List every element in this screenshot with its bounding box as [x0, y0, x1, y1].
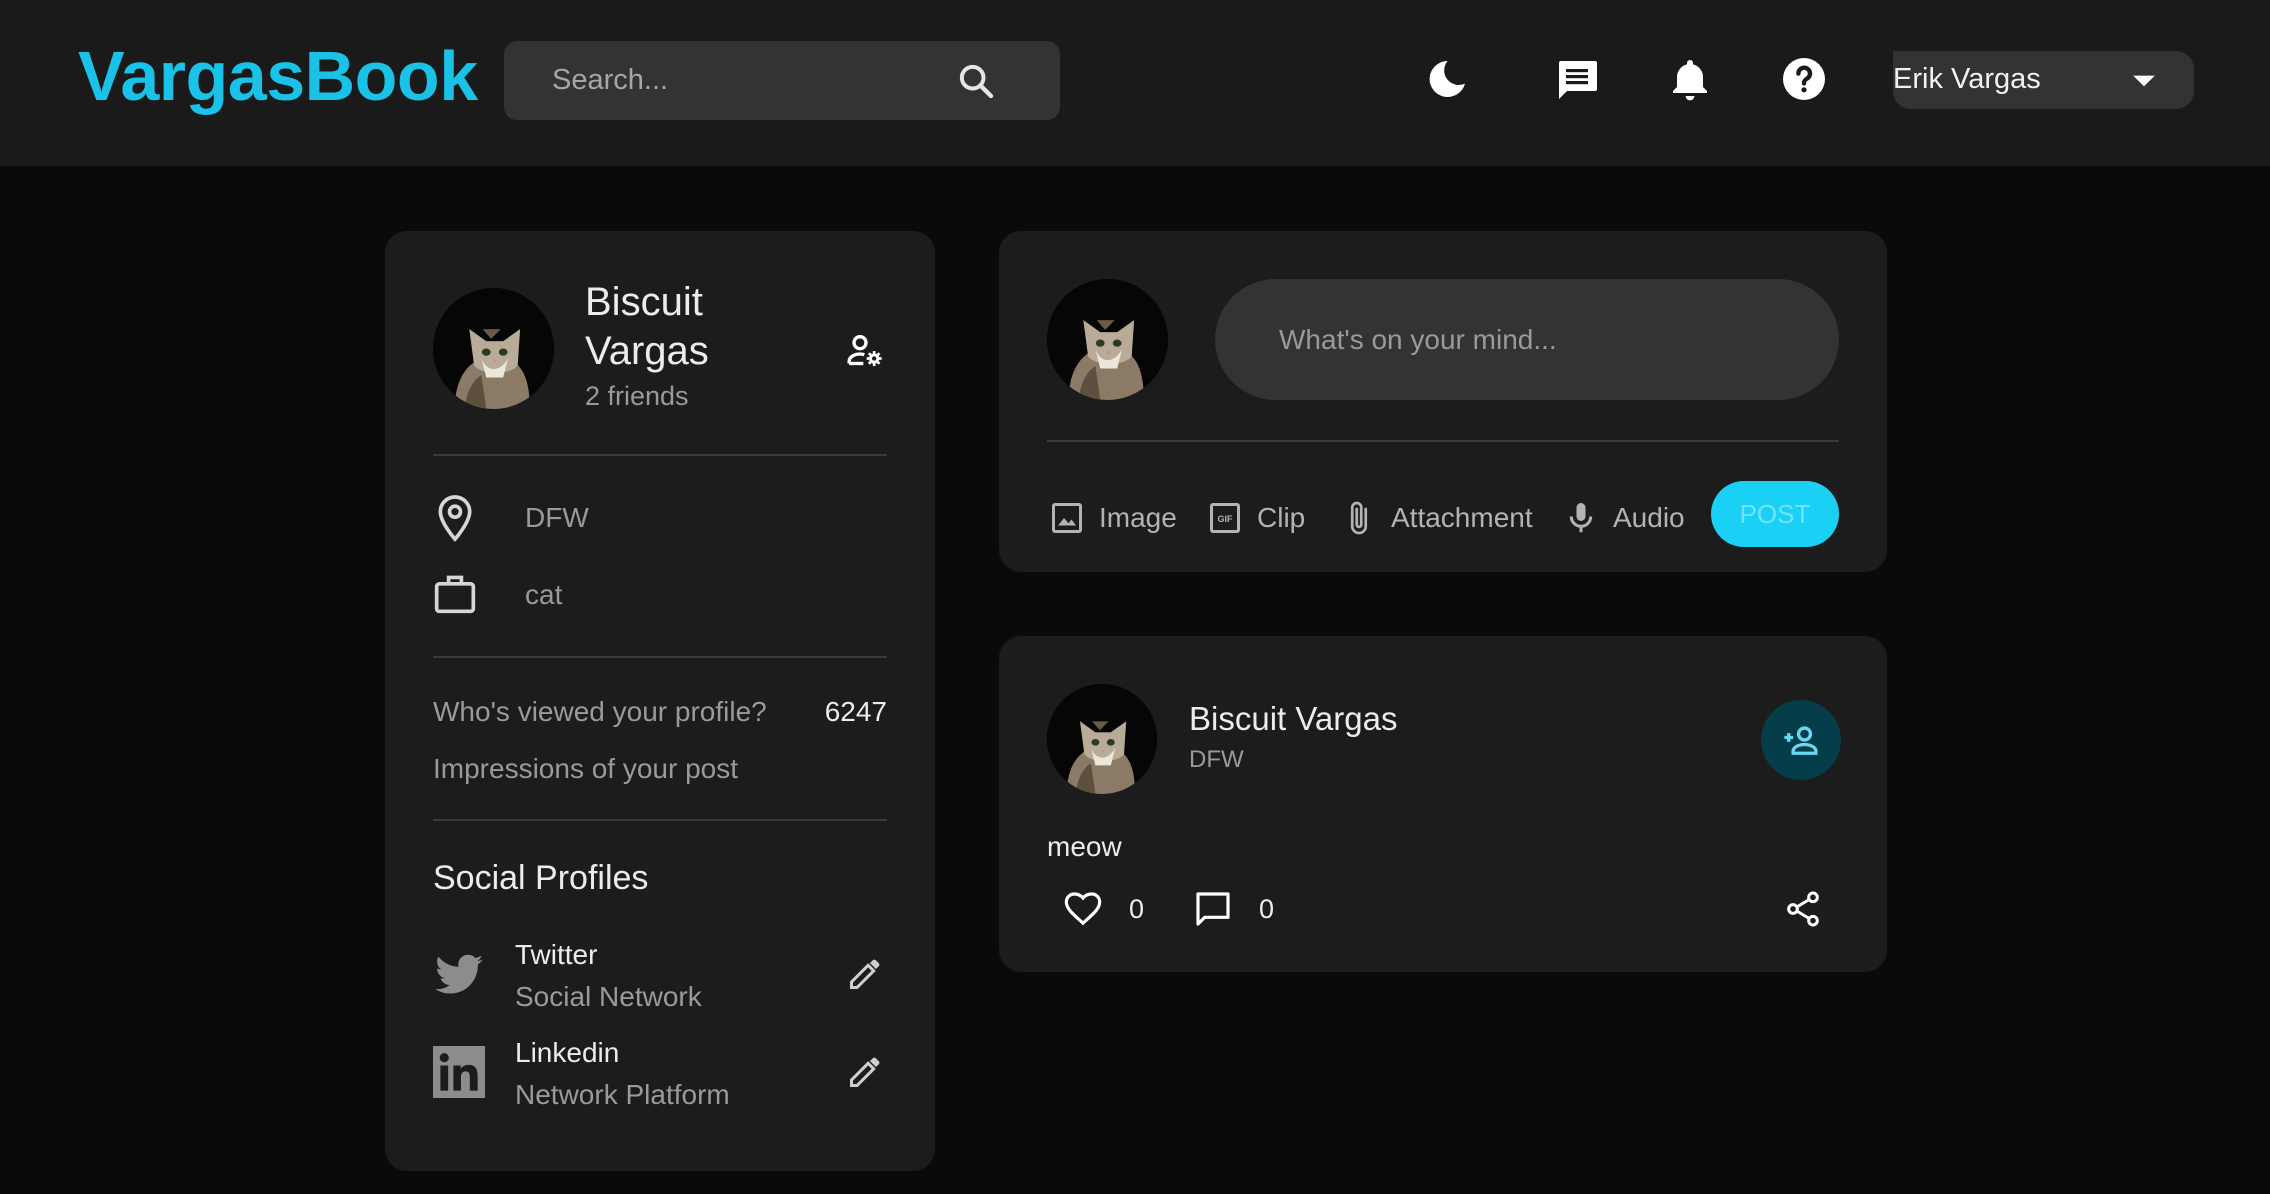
stat-value-profile-views: 6247 [824, 696, 887, 727]
comments-count: 0 [1259, 894, 1275, 924]
message-icon[interactable] [1553, 55, 1601, 103]
edit-icon[interactable] [847, 1054, 883, 1090]
moon-icon[interactable] [1423, 55, 1471, 103]
profile-card: Biscuit Vargas 2 friends DFW cat Who's v… [385, 231, 935, 1171]
help-icon[interactable] [1780, 55, 1828, 103]
cat-avatar-image [433, 288, 554, 409]
bell-icon[interactable] [1666, 55, 1714, 103]
user-dropdown[interactable]: Erik Vargas [1893, 51, 2194, 109]
share-icon[interactable] [1783, 889, 1823, 929]
svg-text:GIF: GIF [1218, 514, 1234, 524]
manage-account-icon[interactable] [845, 331, 885, 371]
cat-avatar-image [1047, 279, 1168, 400]
profile-name[interactable]: Biscuit Vargas [585, 278, 775, 376]
divider [433, 454, 887, 456]
social-linkedin-description: Network Platform [515, 1079, 730, 1110]
post-button[interactable]: POST [1711, 481, 1839, 547]
social-twitter-description: Social Network [515, 981, 702, 1012]
tool-label-audio: Audio [1613, 502, 1685, 533]
post-text-input[interactable] [1215, 279, 1839, 400]
microphone-icon [1569, 503, 1593, 533]
twitter-icon [435, 954, 483, 994]
add-attachment-button[interactable]: Attachment [1341, 493, 1533, 543]
add-audio-button[interactable]: Audio [1563, 493, 1685, 543]
app-logo[interactable]: VargasBook [78, 36, 478, 116]
tool-label-clip: Clip [1257, 502, 1306, 533]
image-icon [1052, 503, 1082, 533]
gif-icon: GIF [1210, 503, 1240, 533]
post-card: Biscuit Vargas DFW meow 0 0 [999, 636, 1887, 972]
social-profiles-title: Social Profiles [433, 859, 649, 897]
profile-avatar[interactable] [433, 288, 554, 409]
post-author-avatar[interactable] [1047, 684, 1157, 794]
post-author-location: DFW [1189, 746, 1244, 773]
briefcase-icon [434, 575, 476, 614]
profile-occupation: cat [525, 579, 563, 610]
search-input[interactable] [552, 41, 952, 120]
comment-icon[interactable] [1193, 889, 1233, 929]
person-add-icon [1784, 725, 1818, 755]
tool-label-image: Image [1099, 502, 1177, 533]
cat-avatar-image [1047, 684, 1157, 794]
search-icon[interactable] [956, 61, 996, 101]
post-body-text: meow [1047, 831, 1122, 862]
post-composer-card: Image GIF Clip Attachment Audio POST [999, 231, 1887, 572]
top-navbar: VargasBook Erik Vargas [0, 0, 2270, 166]
stat-label-impressions: Impressions of your post [433, 753, 739, 784]
tool-label-attachment: Attachment [1391, 502, 1533, 533]
profile-location: DFW [525, 502, 589, 533]
linkedin-icon [433, 1046, 485, 1098]
add-clip-button[interactable]: GIF Clip [1207, 493, 1305, 543]
divider [433, 819, 887, 821]
location-pin-icon [438, 495, 472, 542]
social-twitter-name[interactable]: Twitter [515, 939, 597, 971]
chevron-down-icon [2133, 75, 2155, 87]
add-image-button[interactable]: Image [1049, 493, 1177, 543]
user-dropdown-value: Erik Vargas [1893, 63, 2041, 95]
divider [1047, 440, 1839, 442]
divider [433, 656, 887, 658]
edit-icon[interactable] [847, 956, 883, 992]
likes-count: 0 [1129, 894, 1145, 924]
paperclip-icon [1350, 501, 1368, 535]
stat-label-profile-views: Who's viewed your profile? [433, 696, 767, 727]
post-author-name[interactable]: Biscuit Vargas [1189, 700, 1397, 738]
add-friend-button[interactable] [1761, 700, 1841, 780]
social-linkedin-name[interactable]: Linkedin [515, 1037, 619, 1069]
search-bar[interactable] [504, 41, 1060, 120]
heart-icon[interactable] [1063, 889, 1103, 929]
profile-friends-count: 2 friends [585, 381, 689, 411]
composer-avatar [1047, 279, 1168, 400]
